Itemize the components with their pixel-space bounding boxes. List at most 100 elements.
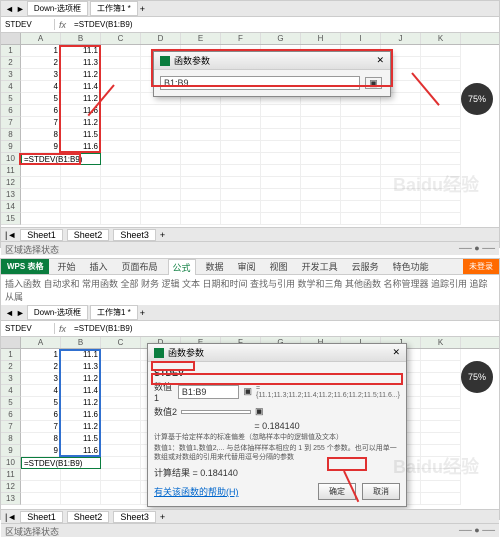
- cell[interactable]: [421, 469, 461, 481]
- cell[interactable]: [141, 105, 181, 117]
- cell[interactable]: [421, 361, 461, 373]
- cell[interactable]: 11.2: [61, 397, 101, 409]
- formula-cell[interactable]: =STDEV(B1:B9): [21, 457, 101, 469]
- col-header[interactable]: B: [61, 337, 101, 348]
- cell[interactable]: [421, 189, 461, 201]
- cell[interactable]: [341, 129, 381, 141]
- range-picker-icon[interactable]: ▣: [243, 386, 252, 397]
- cell[interactable]: [421, 141, 461, 153]
- ribbon-tab[interactable]: 开发工具: [298, 259, 342, 275]
- row-header[interactable]: 4: [1, 81, 21, 93]
- cell[interactable]: [421, 433, 461, 445]
- ribbon-tab[interactable]: 视图: [266, 259, 292, 275]
- row-header[interactable]: 4: [1, 385, 21, 397]
- cell[interactable]: [181, 105, 221, 117]
- nav-left-icon[interactable]: ◄: [5, 4, 14, 14]
- row-header[interactable]: 3: [1, 69, 21, 81]
- col-header[interactable]: K: [421, 33, 461, 44]
- ribbon-tab[interactable]: 特色功能: [389, 259, 433, 275]
- ribbon-tab[interactable]: 云服务: [348, 259, 383, 275]
- cell[interactable]: [301, 141, 341, 153]
- cell[interactable]: [341, 165, 381, 177]
- cancel-button[interactable]: 取消: [362, 483, 400, 500]
- sheet-tab[interactable]: Sheet3: [113, 229, 156, 241]
- cell[interactable]: [421, 117, 461, 129]
- col-header[interactable]: C: [101, 337, 141, 348]
- select-all-corner[interactable]: [1, 33, 21, 44]
- col-header[interactable]: A: [21, 33, 61, 44]
- cell[interactable]: 11.5: [61, 433, 101, 445]
- cell[interactable]: [141, 117, 181, 129]
- row-header[interactable]: 15: [1, 213, 21, 225]
- col-header[interactable]: B: [61, 33, 101, 44]
- cell[interactable]: 11.1: [61, 45, 101, 57]
- col-header[interactable]: H: [301, 33, 341, 44]
- col-header[interactable]: E: [181, 33, 221, 44]
- cell[interactable]: [141, 177, 181, 189]
- cell[interactable]: [221, 117, 261, 129]
- row-header[interactable]: 2: [1, 57, 21, 69]
- cell[interactable]: [301, 201, 341, 213]
- login-button[interactable]: 未登录: [463, 259, 499, 274]
- fx-icon[interactable]: fx: [55, 20, 70, 30]
- cell[interactable]: [101, 481, 141, 493]
- cell[interactable]: [101, 177, 141, 189]
- row-header[interactable]: 9: [1, 445, 21, 457]
- cell[interactable]: [221, 213, 261, 225]
- ribbon-items[interactable]: 插入函数 自动求和 常用函数 全部 财务 逻辑 文本 日期和时间 查找与引用 数…: [5, 277, 495, 303]
- cell[interactable]: 11.2: [61, 421, 101, 433]
- cell[interactable]: [141, 165, 181, 177]
- col-header[interactable]: A: [21, 337, 61, 348]
- cell[interactable]: 11.3: [61, 57, 101, 69]
- row-header[interactable]: 1: [1, 349, 21, 361]
- select-all-corner[interactable]: [1, 337, 21, 348]
- row-header[interactable]: 2: [1, 361, 21, 373]
- row-header[interactable]: 12: [1, 481, 21, 493]
- cell[interactable]: [181, 129, 221, 141]
- sheet-tab[interactable]: Sheet2: [67, 229, 110, 241]
- cell[interactable]: [141, 201, 181, 213]
- row-header[interactable]: 14: [1, 201, 21, 213]
- cell[interactable]: [421, 373, 461, 385]
- range-input[interactable]: B1:B9: [160, 76, 360, 90]
- nav-left-icon[interactable]: ◄: [5, 308, 14, 318]
- cell[interactable]: [261, 153, 301, 165]
- sheet-tab[interactable]: Sheet1: [20, 229, 63, 241]
- cell[interactable]: [261, 177, 301, 189]
- row-header[interactable]: 10: [1, 457, 21, 469]
- cell[interactable]: [261, 105, 301, 117]
- cell[interactable]: 11.2: [61, 117, 101, 129]
- cell[interactable]: [101, 361, 141, 373]
- cell[interactable]: [101, 445, 141, 457]
- name-box[interactable]: STDEV: [1, 323, 55, 334]
- cell[interactable]: 7: [21, 421, 61, 433]
- cell[interactable]: [101, 433, 141, 445]
- col-header[interactable]: J: [381, 33, 421, 44]
- cell[interactable]: [61, 165, 101, 177]
- zoom-slider[interactable]: ── ● ──: [459, 525, 495, 536]
- sheet-nav-icon[interactable]: |◄: [5, 230, 16, 240]
- row-header[interactable]: 1: [1, 45, 21, 57]
- cell[interactable]: [261, 213, 301, 225]
- row-header[interactable]: 9: [1, 141, 21, 153]
- ribbon-tab[interactable]: 数据: [202, 259, 228, 275]
- cell[interactable]: [301, 177, 341, 189]
- cell[interactable]: 11.2: [61, 93, 101, 105]
- cell[interactable]: [181, 153, 221, 165]
- cell[interactable]: 2: [21, 361, 61, 373]
- zoom-slider[interactable]: ── ● ──: [459, 243, 495, 254]
- cell[interactable]: [181, 117, 221, 129]
- cell[interactable]: [101, 165, 141, 177]
- cell[interactable]: [341, 153, 381, 165]
- cell[interactable]: [101, 349, 141, 361]
- cell[interactable]: [381, 153, 421, 165]
- cell[interactable]: 5: [21, 397, 61, 409]
- cell[interactable]: [301, 105, 341, 117]
- cell[interactable]: [141, 129, 181, 141]
- cell[interactable]: [421, 45, 461, 57]
- cell[interactable]: 1: [21, 349, 61, 361]
- sheet-nav-icon[interactable]: |◄: [5, 512, 16, 522]
- doc-tab-1[interactable]: Down-选项框: [27, 305, 88, 320]
- cell[interactable]: [341, 213, 381, 225]
- row-header[interactable]: 8: [1, 433, 21, 445]
